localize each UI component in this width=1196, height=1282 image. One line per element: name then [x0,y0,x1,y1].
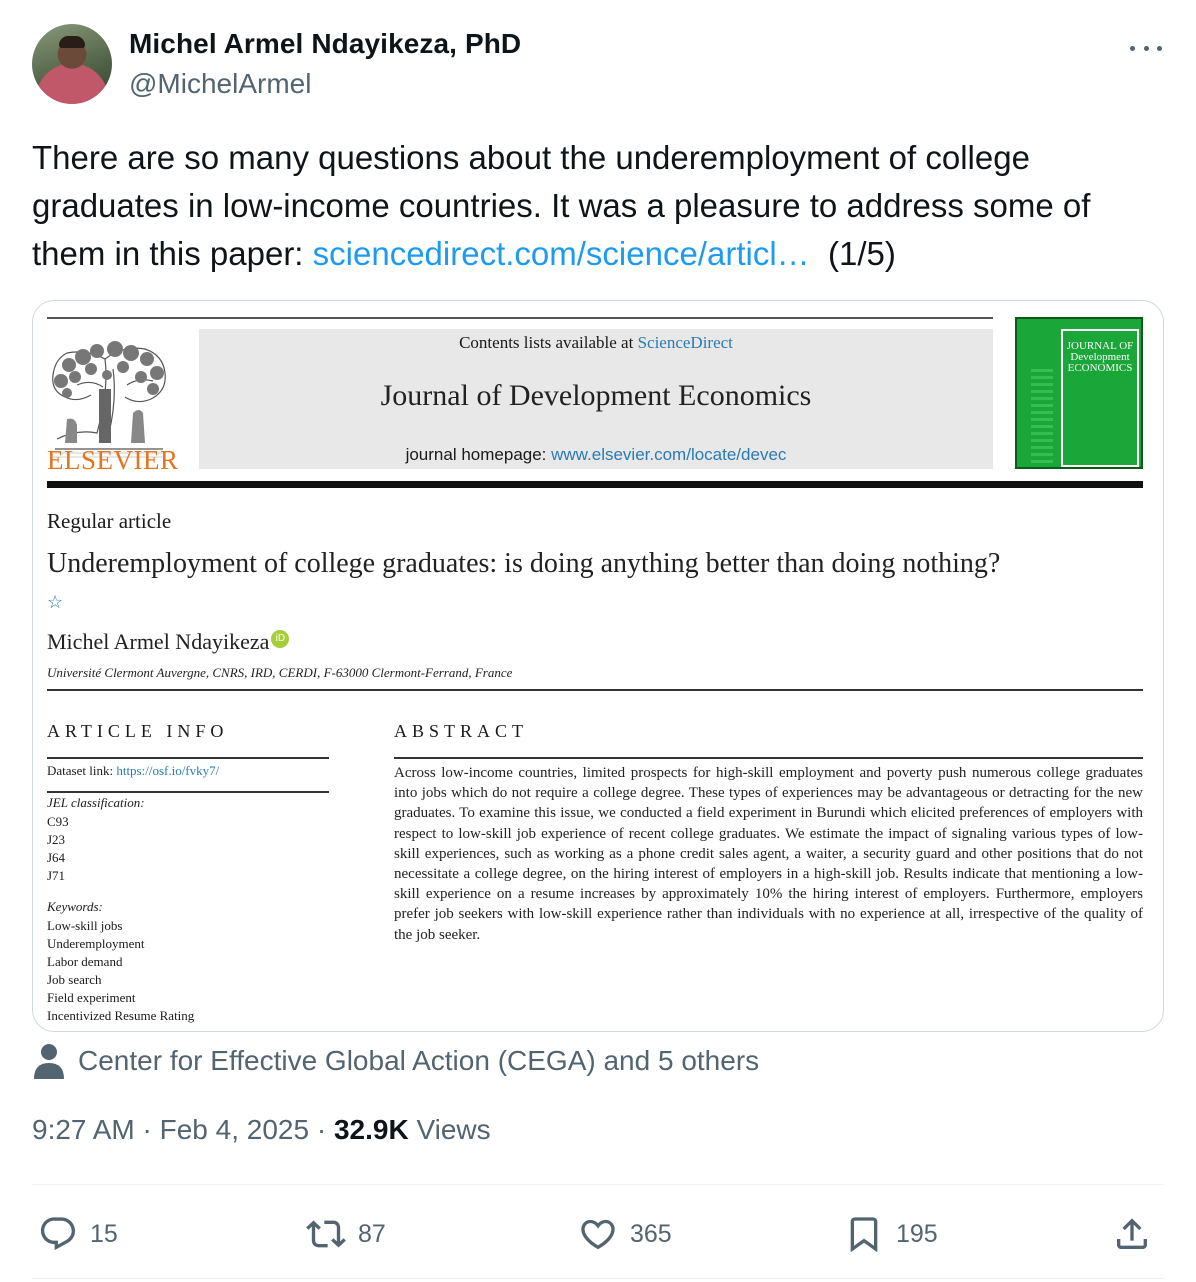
elsevier-wordmark: ELSEVIER [47,445,179,475]
keyword: Job search [47,972,102,987]
abstract-text: Across low-income countries, limited pro… [394,765,1143,943]
author-display-name[interactable]: Michel Armel Ndayikeza, PhD [129,28,521,60]
dataset-url: https://osf.io/fvky7/ [116,763,220,778]
keywords-label: Keywords: [47,899,103,914]
person-icon [34,1044,64,1079]
divider [32,1278,1164,1279]
abstract-rule [394,757,1143,759]
social-context[interactable]: Center for Effective Global Action (CEGA… [32,1040,759,1082]
divider [32,1184,1164,1185]
like-button[interactable]: 365 [578,1214,672,1254]
paper-author: Michel Armel Ndayikeza iD [47,629,290,655]
bookmark-count: 195 [896,1219,938,1248]
title-footnote-icon: ☆ [47,592,64,612]
thread-counter: (1/5) [809,235,896,272]
views-label: Views [408,1114,491,1145]
keyword: Field experiment [47,990,136,1005]
bookmark-icon [850,1217,878,1253]
article-type: Regular article [47,509,172,533]
share-icon [1117,1218,1147,1249]
jel-code: C93 [47,814,69,829]
journal-banner: Contents lists available at ScienceDirec… [199,329,993,469]
meta-separator: · [134,1114,160,1145]
jel-code: J23 [47,832,66,847]
homepage-line: journal homepage: www.elsevier.com/locat… [199,445,993,465]
paper-title: Underemployment of college graduates: is… [47,545,1007,621]
paper-author-name: Michel Armel Ndayikeza [47,629,270,654]
like-count: 365 [630,1219,672,1248]
action-bar: 15 87 365 195 [32,1206,1164,1262]
header-rule [47,481,1143,488]
paper-title-text: Underemployment of college graduates: is… [47,548,1001,579]
affiliation-rule [47,689,1143,691]
bookmark-button[interactable]: 195 [844,1214,938,1254]
contents-prefix: Contents lists available at [459,333,638,352]
keyword: Incentivized Resume Rating [47,1008,195,1023]
tweet-meta: 9:27 AM · Feb 4, 2025 · 32.9K Views [32,1114,491,1146]
journal-cover: JOURNAL OF Development ECONOMICS [1015,317,1143,469]
abstract-heading: ABSTRACT [394,721,529,741]
tweet-link[interactable]: sciencedirect.com/science/articl… [313,235,810,272]
journal-title: Journal of Development Economics [380,379,812,412]
jel-label: JEL classification: [47,795,145,810]
dataset-line: Dataset link: https://osf.io/fvky7/ [47,763,219,779]
share-button[interactable] [1112,1214,1152,1254]
like-icon [581,1219,615,1250]
social-context-text[interactable]: Center for Effective Global Action (CEGA… [78,1045,759,1077]
meta-separator: · [309,1114,334,1145]
views-count: 32.9K [333,1114,409,1145]
reply-count: 15 [90,1219,118,1248]
tweet-header: Michel Armel Ndayikeza, PhD @MichelArmel [32,22,1164,106]
tweet-time[interactable]: 9:27 AM [32,1114,135,1145]
jel-code: J64 [47,850,66,865]
reply-icon [40,1217,76,1251]
keyword: Low-skill jobs [47,918,123,933]
contents-line: Contents lists available at ScienceDirec… [199,333,993,353]
sciencedirect-link: ScienceDirect [637,333,733,352]
tweet-date[interactable]: Feb 4, 2025 [160,1114,309,1145]
keyword: Labor demand [47,954,123,969]
info-rule-2 [47,791,329,793]
cover-pattern [1031,369,1053,463]
tweet-text: There are so many questions about the un… [32,134,1172,278]
affiliation: Université Clermont Auvergne, CNRS, IRD,… [47,665,513,680]
top-rule [47,317,993,319]
author-handle[interactable]: @MichelArmel [129,68,311,100]
homepage-url: www.elsevier.com/locate/devec [551,445,787,464]
jel-code: J71 [47,868,66,883]
homepage-prefix: journal homepage: [405,445,552,464]
avatar[interactable] [32,24,112,104]
info-rule-1 [47,757,329,759]
paper-screenshot: ELSEVIER Contents lists available at Sci… [33,301,1163,1031]
orcid-icon: iD [271,630,290,648]
keyword: Underemployment [47,936,145,951]
media-image[interactable]: ELSEVIER Contents lists available at Sci… [32,300,1164,1032]
repost-icon [306,1220,346,1248]
reply-button[interactable]: 15 [38,1214,118,1254]
repost-count: 87 [358,1219,386,1248]
cover-title: JOURNAL OF Development ECONOMICS [1066,340,1134,374]
dataset-prefix: Dataset link: [47,763,117,778]
repost-button[interactable]: 87 [306,1214,386,1254]
article-info-heading: ARTICLE INFO [47,721,229,741]
jel-list: C93 J23 J64 J71 [47,813,69,885]
avatar-hair [59,36,85,48]
keywords-list: Low-skill jobs Underemployment Labor dem… [47,917,194,1025]
more-icon[interactable] [1128,36,1164,60]
